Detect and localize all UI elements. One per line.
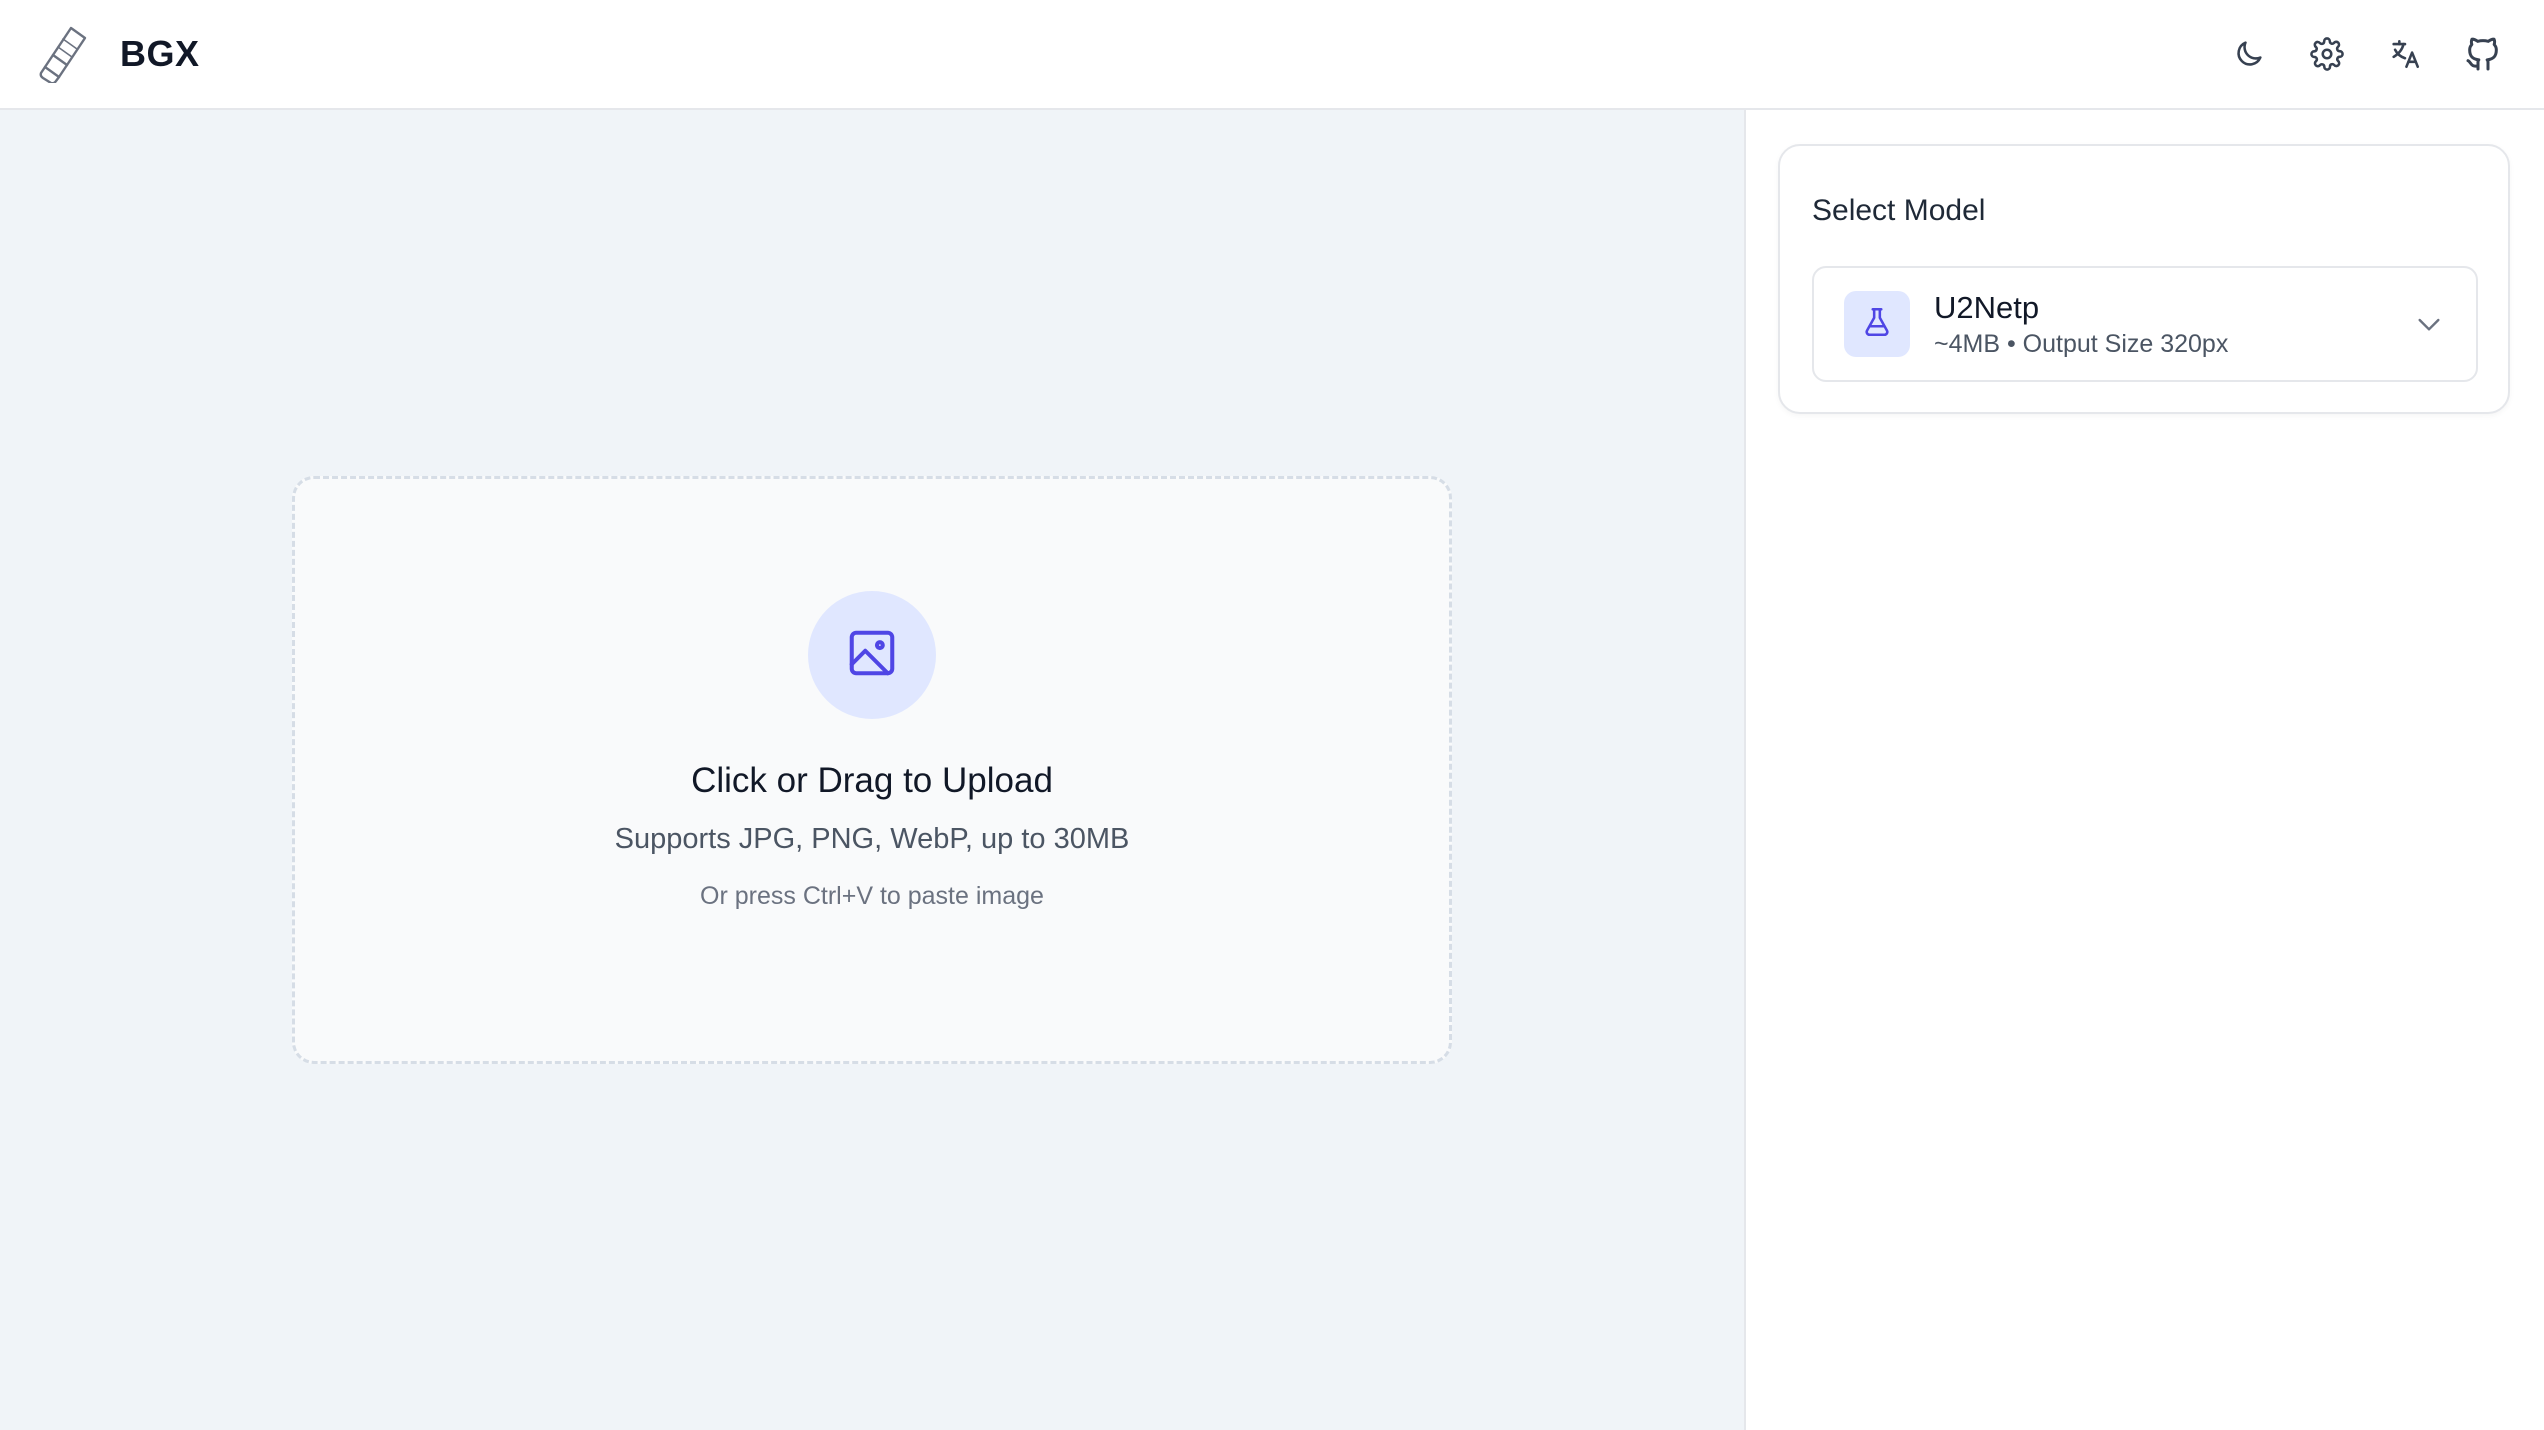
upload-dropzone[interactable]: Click or Drag to Upload Supports JPG, PN…	[292, 476, 1452, 1064]
top-header: BGX	[0, 0, 2544, 110]
model-section-title: Select Model	[1812, 194, 1986, 227]
theme-toggle-button[interactable]	[2228, 33, 2270, 75]
settings-sidebar: Select Model U2Netp ~4MB • Output Size 3…	[1748, 110, 2544, 1430]
model-text: U2Netp ~4MB • Output Size 320px	[1934, 290, 2412, 359]
upload-hint: Or press Ctrl+V to paste image	[700, 882, 1044, 910]
upload-icon-circle	[808, 591, 936, 719]
model-card: Select Model U2Netp ~4MB • Output Size 3…	[1778, 144, 2510, 414]
flask-icon	[1860, 305, 1894, 344]
moon-icon	[2232, 37, 2266, 71]
model-name: U2Netp	[1934, 289, 2040, 325]
header-actions	[2228, 33, 2508, 75]
settings-button[interactable]	[2306, 33, 2348, 75]
upload-subtitle: Supports JPG, PNG, WebP, up to 30MB	[614, 823, 1130, 855]
github-button[interactable]	[2462, 33, 2504, 75]
model-select-dropdown[interactable]: U2Netp ~4MB • Output Size 320px	[1812, 266, 2478, 382]
eraser-icon	[36, 24, 90, 84]
app-window: BGX Click or Drag to Upload Supports JPG…	[0, 0, 2544, 1430]
language-button[interactable]	[2384, 33, 2426, 75]
model-icon-box	[1844, 291, 1910, 357]
brand[interactable]: BGX	[36, 24, 200, 84]
model-description: ~4MB • Output Size 320px	[1934, 329, 2229, 358]
translate-icon	[2388, 37, 2422, 71]
upload-title: Click or Drag to Upload	[691, 761, 1053, 800]
main-workspace: Click or Drag to Upload Supports JPG, PN…	[0, 110, 1746, 1430]
chevron-down-icon	[2412, 307, 2446, 341]
app-title: BGX	[120, 33, 200, 74]
image-icon	[845, 626, 899, 685]
github-icon	[2463, 34, 2503, 74]
gear-icon	[2310, 37, 2344, 71]
